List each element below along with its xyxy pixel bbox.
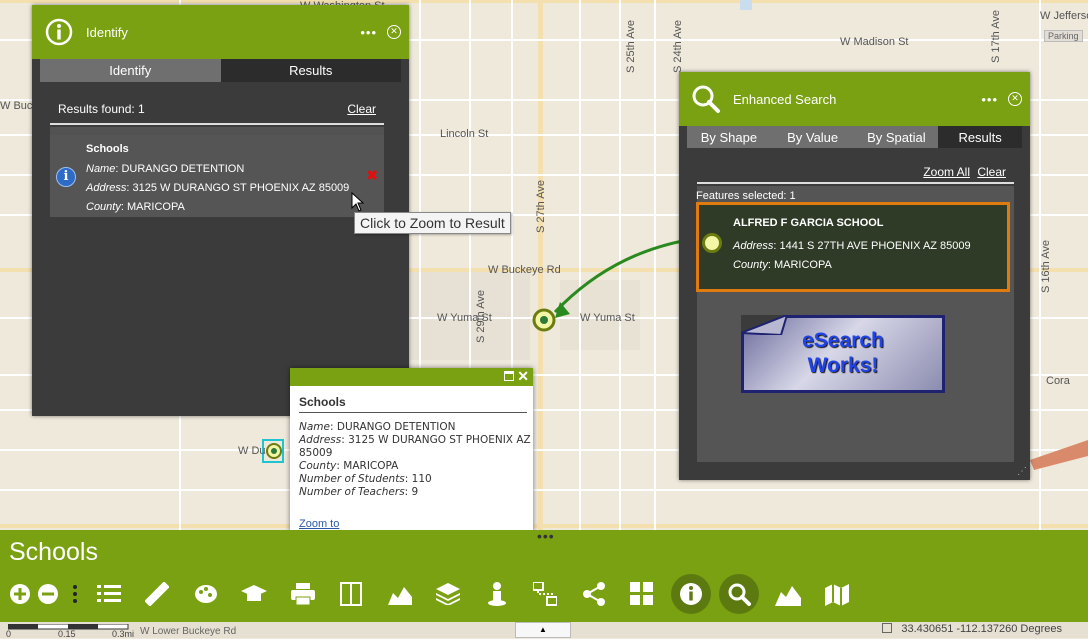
divider: [299, 412, 527, 413]
close-icon[interactable]: ✕: [1008, 92, 1022, 106]
result-name: Name: DURANGO DETENTION: [86, 163, 245, 175]
feature-popup: ✕ Schools Name: DURANGO DETENTION Addres…: [290, 368, 533, 533]
tab-by-shape[interactable]: By Shape: [687, 126, 771, 148]
zoom-to-link[interactable]: Zoom to: [299, 518, 339, 530]
share-icon[interactable]: [574, 574, 614, 614]
tab-by-spatial[interactable]: By Spatial: [854, 126, 939, 148]
map-edit-icon[interactable]: [817, 574, 857, 614]
result-address: Address: 1441 S 27TH AVE PHOENIX AZ 8500…: [733, 240, 971, 252]
result-county: County: MARICOPA: [86, 201, 185, 213]
search-icon[interactable]: [719, 574, 759, 614]
profile-icon[interactable]: [768, 574, 808, 614]
maximize-icon[interactable]: [504, 371, 514, 381]
street-label: Cora: [1046, 375, 1070, 387]
result-group-title: Schools: [86, 143, 129, 155]
popup-title: Schools: [299, 395, 346, 409]
grid-icon[interactable]: [622, 574, 662, 614]
tooltip: Click to Zoom to Result: [354, 212, 511, 234]
street-label: W Madison St: [840, 36, 909, 48]
clear-link[interactable]: Clear: [977, 165, 1006, 179]
search-result-item[interactable]: ALFRED F GARCIA SCHOOL Address: 1441 S 2…: [696, 202, 1010, 292]
info-icon[interactable]: [671, 574, 711, 614]
street-label: Lincoln St: [440, 128, 489, 140]
graduation-cap-icon[interactable]: [234, 574, 274, 614]
map-label-parking: Parking: [1044, 30, 1083, 42]
cursor-icon: [351, 192, 365, 212]
list-icon[interactable]: [89, 574, 129, 614]
identify-header[interactable]: Identify ••• ✕: [32, 5, 409, 59]
school-point-icon: [702, 233, 722, 253]
popup-header[interactable]: ✕: [290, 368, 533, 386]
drag-handle-icon[interactable]: •••: [537, 528, 555, 544]
directions-icon[interactable]: [525, 574, 565, 614]
resize-handle-icon[interactable]: ⋰: [1017, 466, 1027, 477]
info-icon: [44, 17, 74, 47]
swipe-icon[interactable]: [331, 574, 371, 614]
esearch-works-banner: eSearch Works!: [741, 315, 945, 393]
popup-body: Name: DURANGO DETENTION Address: 3125 W …: [299, 421, 531, 498]
results-toolbar: Zoom All Clear: [697, 162, 1014, 184]
tab-results[interactable]: Results: [938, 126, 1022, 148]
result-item[interactable]: Schools i Name: DURANGO DETENTION Addres…: [50, 135, 384, 217]
status-bar: 0 0.15 0.3mi W Lower Buckeye Rd ▲ 33.430…: [0, 622, 1088, 639]
more-options-icon[interactable]: •••: [981, 92, 998, 107]
clear-link[interactable]: Clear: [347, 102, 376, 116]
result-county: County: MARICOPA: [733, 259, 832, 271]
remove-result-icon[interactable]: ✖: [366, 167, 378, 184]
street-label: S 29th Ave: [475, 290, 487, 344]
print-icon[interactable]: [283, 574, 323, 614]
panel-title: Schools: [9, 538, 98, 566]
street-label: S 17th Ave: [990, 10, 1002, 64]
ruler-icon[interactable]: [137, 574, 177, 614]
enhanced-search-header[interactable]: Enhanced Search ••• ✕: [679, 72, 1030, 126]
street-label: W Lower Buckeye Rd: [140, 626, 237, 637]
info-icon: i: [56, 167, 76, 187]
map-grid-icon[interactable]: [882, 623, 892, 633]
results-bar: Results found: 1 Clear: [50, 95, 384, 125]
coordinates-readout: 33.430651 -112.137260 Degrees: [901, 623, 1062, 635]
enhanced-search-title: Enhanced Search: [733, 91, 837, 107]
result-name: ALFRED F GARCIA SCHOOL: [733, 217, 884, 229]
close-icon[interactable]: ✕: [387, 25, 401, 39]
close-icon[interactable]: ✕: [517, 368, 529, 385]
bottom-panel: ••• Schools: [0, 528, 1088, 622]
search-icon: [691, 84, 721, 114]
results-count: Results found: 1: [58, 102, 145, 116]
school-marker-garcia: [532, 308, 556, 332]
tab-identify[interactable]: Identify: [40, 59, 221, 82]
street-label: S 27th Ave: [535, 180, 547, 234]
tab-by-value[interactable]: By Value: [770, 126, 855, 148]
layers-icon[interactable]: [428, 574, 468, 614]
street-label: S 25th Ave: [625, 20, 637, 74]
features-selected: Features selected: 1: [696, 190, 796, 202]
street-view-icon[interactable]: [477, 574, 517, 614]
more-options-icon[interactable]: •••: [360, 25, 377, 40]
expand-panel-tab[interactable]: ▲: [515, 622, 571, 638]
street-label: W Du: [238, 445, 266, 457]
street-label: S 24th Ave: [672, 20, 684, 74]
street-label: W Yuma St: [580, 312, 635, 324]
chart-icon[interactable]: [380, 574, 420, 614]
palette-icon[interactable]: [186, 574, 226, 614]
street-label: S 16th Ave: [1040, 240, 1052, 294]
street-label: W Jefferson: [1040, 10, 1088, 22]
enhanced-search-panel: Enhanced Search ••• ✕ By Shape By Value …: [679, 72, 1030, 480]
zoom-all-link[interactable]: Zoom All: [923, 165, 970, 179]
street-label: W Buckeye Rd: [488, 264, 561, 276]
identify-title: Identify: [86, 24, 128, 40]
tab-results[interactable]: Results: [220, 59, 401, 82]
toolbar: [0, 574, 1088, 614]
divider: [50, 127, 384, 135]
result-address: Address: 3125 W DURANGO ST PHOENIX AZ 85…: [86, 182, 350, 194]
